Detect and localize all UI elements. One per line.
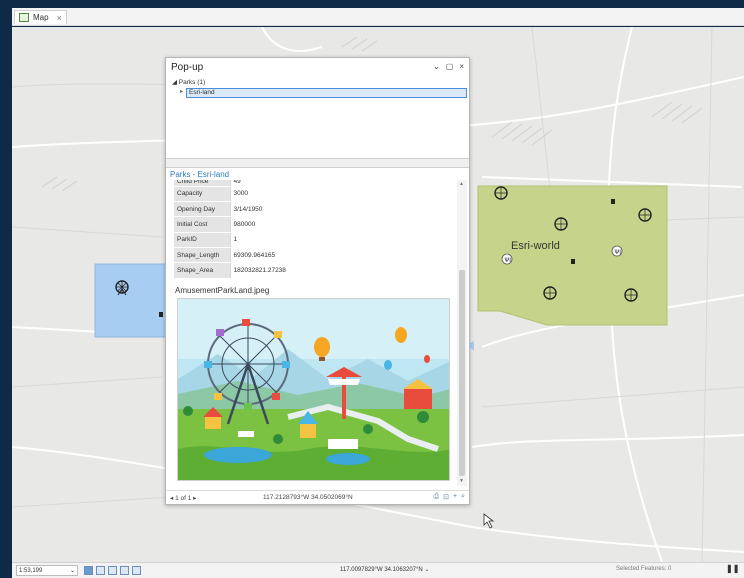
- attribute-panel: Child Price 49 Capacity 3000 Opening Day 3/…: [174, 180, 458, 486]
- feature-pager[interactable]: ◂ 1 of 1 ▸: [170, 494, 196, 502]
- attr-key: Capacity: [174, 186, 230, 202]
- attribute-table: Child Price 49 Capacity 3000 Opening Day 3/…: [174, 180, 450, 279]
- arcgis-window: Map × ΨΙ ΨΙ Esri-world Pop-up ⌄ ▢ × ◢ Pa…: [0, 0, 744, 578]
- attr-value: 3/14/1950: [229, 201, 450, 218]
- tree-root-parks[interactable]: ◢ Parks (1): [172, 78, 205, 86]
- table-row: Shape_Area 182032821.27238: [174, 262, 450, 279]
- chevron-down-icon[interactable]: ⌄: [70, 566, 75, 576]
- scale-selector[interactable]: 1:53,199 ⌄: [16, 565, 78, 576]
- flash-icon[interactable]: +: [453, 493, 457, 501]
- attr-value: 182032821.27238: [229, 262, 450, 279]
- attr-key: ParkID: [174, 232, 230, 249]
- scroll-thumb[interactable]: [459, 270, 465, 476]
- attr-key: Shape_Area: [174, 262, 230, 279]
- constraint-icon[interactable]: [120, 566, 129, 575]
- expand-arrow-icon[interactable]: ▸: [180, 88, 183, 95]
- attr-value: 980000: [229, 216, 450, 233]
- close-icon[interactable]: ×: [459, 62, 464, 71]
- vertical-scrollbar[interactable]: ▲ ▼: [457, 180, 467, 486]
- selected-features: Selected Features: 0: [616, 566, 672, 572]
- attr-value: 69309.964165: [229, 247, 450, 264]
- tree-item-label: Esri-land: [186, 88, 467, 98]
- table-row: ParkID 1: [174, 232, 450, 249]
- table-row: Shape_Length 69309.964165: [174, 247, 450, 264]
- lock-icon: [159, 312, 163, 317]
- table-icon[interactable]: [96, 566, 105, 575]
- table-row: Opening Day 3/14/1950: [174, 201, 450, 218]
- chevron-down-icon[interactable]: ⌄: [433, 62, 440, 71]
- svg-text:ΨΙ: ΨΙ: [505, 257, 512, 264]
- search-icon[interactable]: ⌕: [461, 493, 465, 501]
- tab-map[interactable]: Map ×: [14, 10, 67, 24]
- attr-key: Opening Day: [174, 201, 230, 218]
- pause-icon[interactable]: ❚❚: [726, 564, 739, 573]
- tab-label: Map: [33, 13, 49, 22]
- scale-value: 1:53,199: [19, 568, 43, 574]
- mouse-cursor: [483, 513, 495, 529]
- tree-item-esri-land[interactable]: ▸ Esri-land: [180, 88, 467, 98]
- popup-coordinates: 117.2128793°W 34.0502069°N: [263, 494, 353, 501]
- splitter[interactable]: [166, 158, 469, 168]
- park-label-esri-world: Esri-world: [511, 240, 560, 252]
- close-icon[interactable]: ×: [57, 13, 62, 23]
- cursor-coordinates[interactable]: 117.0097829°W 34.1063207°N ⌄: [340, 566, 429, 573]
- attr-value: 1: [229, 232, 450, 249]
- grid-icon[interactable]: [84, 566, 93, 575]
- scroll-down-icon[interactable]: ▼: [459, 478, 464, 484]
- attr-value: 3000: [229, 186, 450, 202]
- scroll-up-icon[interactable]: ▲: [459, 181, 464, 187]
- svg-text:ΨΙ: ΨΙ: [615, 249, 622, 256]
- snapping-icon[interactable]: [108, 566, 117, 575]
- popup-title: Pop-up: [171, 62, 204, 73]
- feature-heading: Parks - Esri-land: [170, 170, 230, 179]
- table-row: Initial Cost 980000: [174, 216, 450, 233]
- popup-pane: Pop-up ⌄ ▢ × ◢ Parks (1) ▸ Esri-land Par…: [165, 57, 470, 505]
- popup-footer: ◂ 1 of 1 ▸ 117.2128793°W 34.0502069°N ⎙ …: [166, 490, 469, 504]
- status-tools: [84, 565, 141, 576]
- zoom-to-icon[interactable]: ⊡: [443, 493, 449, 501]
- label-icon[interactable]: [132, 566, 141, 575]
- tab-bar: Map ×: [12, 8, 744, 26]
- attr-key: Initial Cost: [174, 216, 230, 233]
- maximize-icon[interactable]: ▢: [446, 62, 454, 71]
- print-icon[interactable]: ⎙: [434, 493, 440, 501]
- table-row: Capacity 3000: [174, 186, 450, 202]
- image-caption: AmusementParkLand.jpeg: [175, 286, 270, 295]
- status-bar: 1:53,199 ⌄ 117.0097829°W 34.1063207°N ⌄ …: [12, 562, 744, 578]
- attr-key: Shape_Length: [174, 247, 230, 264]
- amusement-park-image: [177, 298, 450, 481]
- map-icon: [19, 13, 29, 22]
